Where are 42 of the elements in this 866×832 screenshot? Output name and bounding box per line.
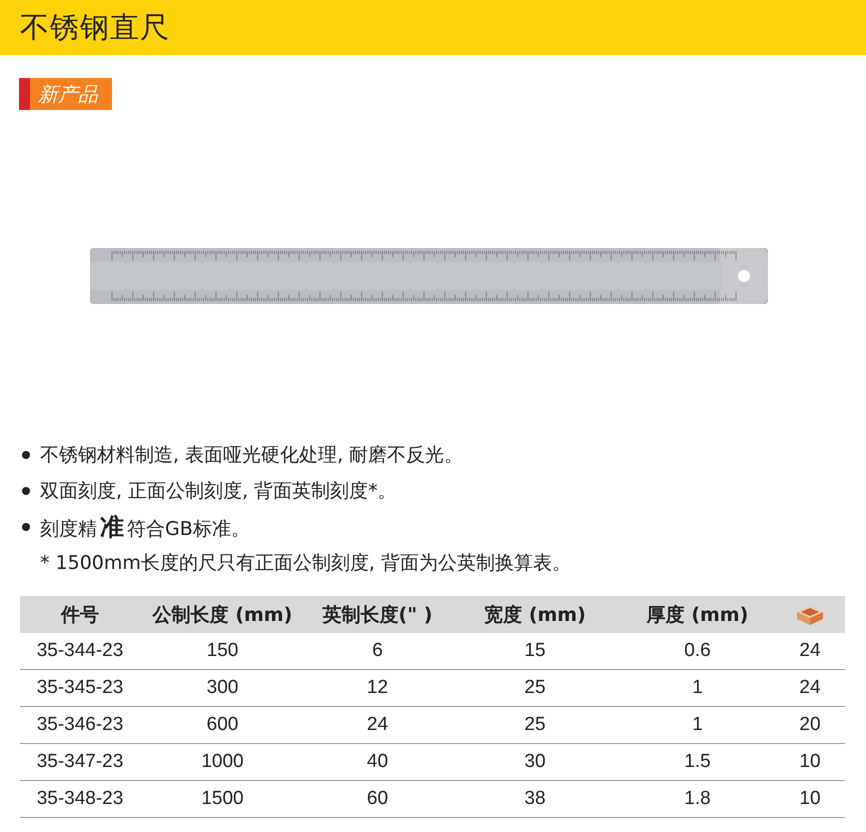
feature-text: 双面刻度, 正面公制刻度, 背面英制刻度*。 bbox=[40, 479, 397, 504]
table-cell: 0.6 bbox=[620, 633, 775, 670]
table-cell: 24 bbox=[775, 633, 845, 670]
table-cell: 1 bbox=[620, 707, 775, 744]
table-cell: 25 bbox=[450, 670, 620, 707]
box-icon bbox=[795, 604, 825, 626]
table-cell: 24 bbox=[305, 707, 450, 744]
feature-text: 刻度精准符合GB标准。 bbox=[40, 512, 250, 543]
table-cell: 1000 bbox=[140, 744, 305, 781]
table-cell: 30 bbox=[450, 744, 620, 781]
table-cell: 10 bbox=[775, 744, 845, 781]
column-header: 宽度 (mm) bbox=[450, 596, 620, 633]
table-cell: 12 bbox=[305, 670, 450, 707]
table-cell: 35-344-23 bbox=[20, 633, 140, 670]
table-cell: 600 bbox=[140, 707, 305, 744]
table-cell: 10 bbox=[775, 781, 845, 818]
table-cell: 6 bbox=[305, 633, 450, 670]
table-cell: 1500 bbox=[140, 781, 305, 818]
table-cell: 60 bbox=[305, 781, 450, 818]
page-title: 不锈钢直尺 bbox=[20, 8, 170, 46]
table-cell: 40 bbox=[305, 744, 450, 781]
table-cell: 35-346-23 bbox=[20, 707, 140, 744]
column-header: 厚度 (mm) bbox=[620, 596, 775, 633]
table-cell: 24 bbox=[775, 670, 845, 707]
table-cell: 25 bbox=[450, 707, 620, 744]
feature-text: 不锈钢材料制造, 表面哑光硬化处理, 耐磨不反光。 bbox=[40, 443, 464, 468]
table-cell: 15 bbox=[450, 633, 620, 670]
table-cell: 1.8 bbox=[620, 781, 775, 818]
column-header: 件号 bbox=[20, 596, 140, 633]
table-cell: 20 bbox=[775, 707, 845, 744]
table-cell: 38 bbox=[450, 781, 620, 818]
new-product-badge: 新产品 bbox=[19, 78, 112, 110]
feature-text: * 1500mm长度的尺只有正面公制刻度, 背面为公英制换算表。 bbox=[40, 551, 571, 576]
table-cell: 1.5 bbox=[620, 744, 775, 781]
table-cell: 35-345-23 bbox=[20, 670, 140, 707]
column-header: 公制长度 (mm) bbox=[140, 596, 305, 633]
table-cell: 1 bbox=[620, 670, 775, 707]
table-cell: 150 bbox=[140, 633, 305, 670]
column-header: 英制长度(" ) bbox=[305, 596, 450, 633]
table-cell: 35-347-23 bbox=[20, 744, 140, 781]
table-cell: 35-348-23 bbox=[20, 781, 140, 818]
table-cell: 300 bbox=[140, 670, 305, 707]
